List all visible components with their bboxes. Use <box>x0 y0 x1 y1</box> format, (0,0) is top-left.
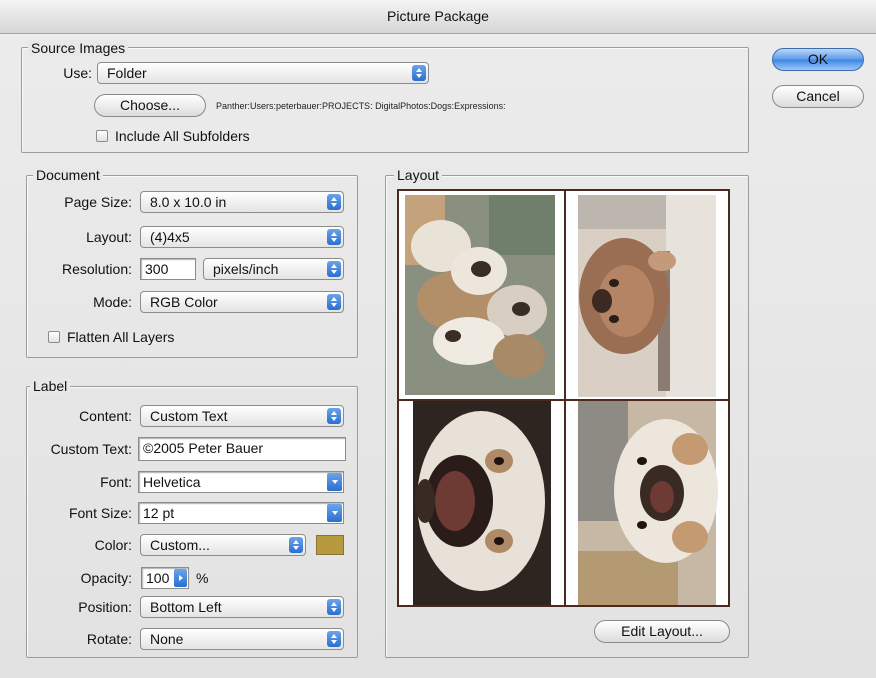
source-images-legend: Source Images <box>28 40 129 56</box>
opacity-label: Opacity: <box>80 570 132 586</box>
opacity-input[interactable]: 100 <box>141 567 189 589</box>
page-size-value: 8.0 x 10.0 in <box>150 194 227 210</box>
page-size-popup[interactable]: 8.0 x 10.0 in <box>140 191 344 213</box>
custom-text-input[interactable]: ©2005 Peter Bauer <box>138 437 346 461</box>
popup-arrows-icon <box>412 65 426 81</box>
content-popup[interactable]: Custom Text <box>140 405 344 427</box>
rotate-popup[interactable]: None <box>140 628 344 650</box>
mode-label: Mode: <box>93 294 132 310</box>
color-popup[interactable]: Custom... <box>140 534 306 556</box>
content-value: Custom Text <box>150 408 228 424</box>
mode-value: RGB Color <box>150 294 218 310</box>
bulldog-open-mouth-photo <box>399 401 564 605</box>
opacity-value: 100 <box>146 570 170 586</box>
popup-arrows-icon <box>327 631 341 647</box>
position-value: Bottom Left <box>150 599 222 615</box>
combo-arrow-icon[interactable] <box>327 473 342 491</box>
resolution-unit-value: pixels/inch <box>213 261 279 277</box>
font-combo[interactable]: Helvetica <box>138 471 344 493</box>
edit-layout-button[interactable]: Edit Layout... <box>594 620 730 643</box>
label-legend: Label <box>30 378 71 394</box>
picture-package-dialog: Picture Package OK Cancel Source Images … <box>0 0 876 678</box>
page-size-label: Page Size: <box>64 194 132 210</box>
mode-popup[interactable]: RGB Color <box>140 291 344 313</box>
bulldog-puppies-photo <box>399 191 564 399</box>
preview-cell[interactable] <box>565 190 729 400</box>
layout-value: (4)4x5 <box>150 229 190 245</box>
popup-arrows-icon <box>327 261 341 277</box>
preview-cell[interactable] <box>565 400 729 606</box>
font-label: Font: <box>100 474 132 490</box>
use-label: Use: <box>63 65 92 81</box>
rotate-label: Rotate: <box>86 631 132 647</box>
source-folder-path: Panther:Users:peterbauer:PROJECTS: Digit… <box>216 101 506 111</box>
custom-text-label: Custom Text: <box>50 441 132 457</box>
position-popup[interactable]: Bottom Left <box>140 596 344 618</box>
opacity-unit: % <box>196 570 209 586</box>
layout-preview[interactable] <box>397 189 730 607</box>
font-size-combo[interactable]: 12 pt <box>138 502 344 524</box>
position-label: Position: <box>78 599 132 615</box>
layout-label: Layout: <box>86 229 132 245</box>
color-value: Custom... <box>150 537 210 553</box>
slider-arrow-icon[interactable] <box>174 569 187 587</box>
preview-cell[interactable] <box>398 190 565 400</box>
preview-cell[interactable] <box>398 400 565 606</box>
resolution-label: Resolution: <box>61 261 132 277</box>
popup-arrows-icon <box>327 408 341 424</box>
popup-arrows-icon <box>327 599 341 615</box>
flatten-layers-checkbox[interactable] <box>48 331 60 343</box>
popup-arrows-icon <box>327 194 341 210</box>
flatten-layers-label: Flatten All Layers <box>67 329 175 345</box>
bulldog-lying-photo <box>566 191 728 399</box>
choose-button[interactable]: Choose... <box>94 94 206 117</box>
cancel-button[interactable]: Cancel <box>772 85 864 108</box>
popup-arrows-icon <box>327 229 341 245</box>
include-subfolders-checkbox[interactable] <box>96 130 108 142</box>
resolution-input[interactable]: 300 <box>140 258 196 280</box>
popup-arrows-icon <box>289 537 303 553</box>
use-popup[interactable]: Folder <box>97 62 429 84</box>
font-size-label: Font Size: <box>68 505 132 521</box>
layout-popup[interactable]: (4)4x5 <box>140 226 344 248</box>
content-label: Content: <box>79 408 132 424</box>
rotate-value: None <box>150 631 184 647</box>
bulldog-closeup-photo <box>566 401 728 605</box>
document-legend: Document <box>33 167 103 183</box>
font-value: Helvetica <box>143 474 201 490</box>
color-label: Color: <box>94 537 132 553</box>
combo-arrow-icon[interactable] <box>327 504 342 522</box>
layout-legend: Layout <box>394 167 443 183</box>
font-size-value: 12 pt <box>143 505 175 521</box>
use-value: Folder <box>107 65 147 81</box>
include-subfolders-label: Include All Subfolders <box>115 128 250 144</box>
dialog-title: Picture Package <box>0 0 876 34</box>
resolution-unit-popup[interactable]: pixels/inch <box>203 258 344 280</box>
label-color-swatch[interactable] <box>316 535 344 555</box>
popup-arrows-icon <box>327 294 341 310</box>
ok-button[interactable]: OK <box>772 48 864 71</box>
